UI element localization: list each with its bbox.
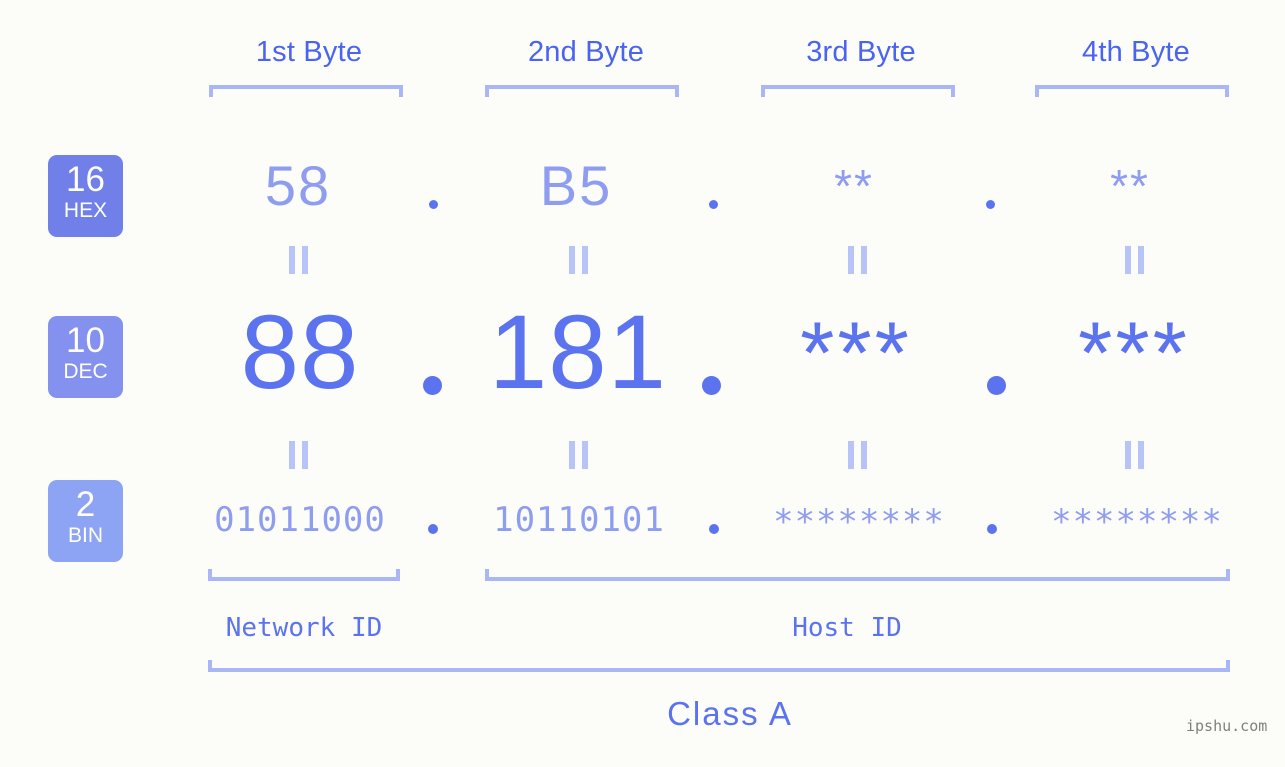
hex-separator-dot-1 xyxy=(429,200,438,209)
radix-badge-bin-number: 2 xyxy=(75,485,96,524)
radix-badge-hex-number: 16 xyxy=(66,160,105,199)
bin-separator-dot-1 xyxy=(428,524,438,534)
bin-octet-1: 01011000 xyxy=(214,500,386,540)
bin-octet-2: 10110101 xyxy=(493,500,665,540)
hex-octet-3: ** xyxy=(834,160,874,212)
network-id-bracket xyxy=(208,569,400,581)
radix-badge-bin-name: BIN xyxy=(67,524,103,547)
site-watermark: ipshu.com xyxy=(1186,717,1268,735)
dec-octet-2: 181 xyxy=(488,294,668,411)
host-id-label: Host ID xyxy=(792,613,902,643)
hex-separator-dot-3 xyxy=(986,200,995,209)
byte-header-2: 2nd Byte xyxy=(527,36,645,68)
radix-badge-dec-number: 10 xyxy=(66,321,105,360)
class-label: Class A xyxy=(667,695,793,732)
host-id-bracket xyxy=(485,569,1230,581)
equality-mark-dec-bin-4 xyxy=(1125,441,1147,469)
radix-badge-hex-name: HEX xyxy=(63,199,108,222)
class-bracket xyxy=(208,660,1230,672)
dec-separator-dot-1 xyxy=(423,376,442,395)
equality-mark-dec-bin-3 xyxy=(848,441,870,469)
radix-badge-dec-name: DEC xyxy=(63,360,108,383)
hex-octet-2: B5 xyxy=(539,154,613,217)
equality-mark-dec-bin-1 xyxy=(289,441,311,469)
byte-header-4: 4th Byte xyxy=(1082,36,1190,68)
dec-octet-3: *** xyxy=(800,303,912,402)
byte-bracket-top-2 xyxy=(485,85,679,97)
hex-octet-4: ** xyxy=(1110,160,1150,212)
bin-octet-4: ******** xyxy=(1051,502,1223,542)
bin-octet-3: ******** xyxy=(773,502,945,542)
equality-mark-hex-dec-3 xyxy=(848,246,870,274)
ip-address-breakdown-diagram: 1st Byte 2nd Byte 3rd Byte 4th Byte 16 H… xyxy=(0,0,1285,767)
bin-separator-dot-2 xyxy=(709,524,719,534)
network-id-label: Network ID xyxy=(225,613,383,643)
radix-badge-dec: 10 DEC xyxy=(48,316,123,398)
equality-mark-hex-dec-2 xyxy=(569,246,591,274)
radix-badge-bin: 2 BIN xyxy=(48,480,123,562)
radix-badge-hex: 16 HEX xyxy=(48,155,123,237)
byte-header-3: 3rd Byte xyxy=(806,36,916,68)
dec-octet-1: 88 xyxy=(240,294,360,411)
dec-separator-dot-2 xyxy=(702,376,721,395)
dec-separator-dot-3 xyxy=(987,376,1006,395)
byte-bracket-top-1 xyxy=(209,85,403,97)
byte-header-1: 1st Byte xyxy=(255,36,363,68)
dec-octet-4: *** xyxy=(1078,303,1190,402)
bin-separator-dot-3 xyxy=(987,524,997,534)
byte-bracket-top-3 xyxy=(761,85,955,97)
equality-mark-hex-dec-4 xyxy=(1125,246,1147,274)
hex-separator-dot-2 xyxy=(709,200,718,209)
byte-bracket-top-4 xyxy=(1035,85,1229,97)
equality-mark-hex-dec-1 xyxy=(289,246,311,274)
equality-mark-dec-bin-2 xyxy=(569,441,591,469)
hex-octet-1: 58 xyxy=(264,154,332,217)
